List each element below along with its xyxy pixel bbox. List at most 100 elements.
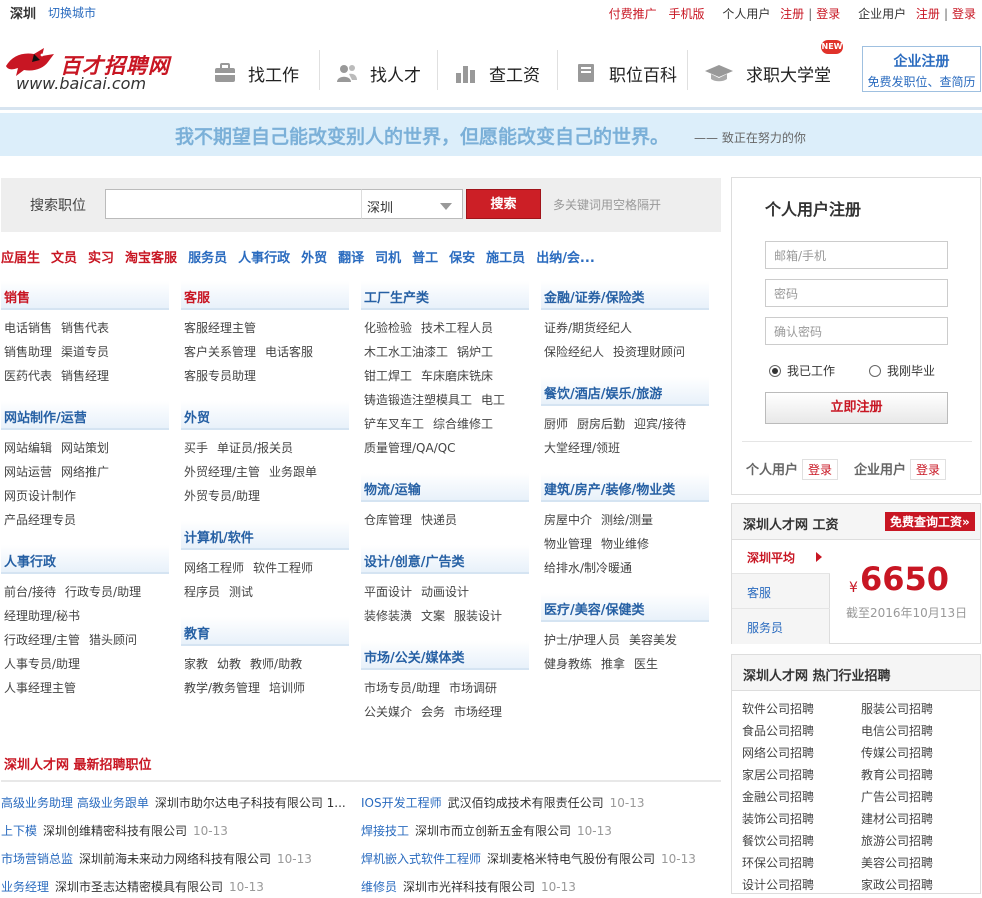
tab-waiter[interactable]: 服务员	[732, 610, 830, 644]
site-logo[interactable]: 百才招聘网 www.baicai.com	[4, 44, 174, 94]
category-job-link[interactable]: 经理助理/秘书	[4, 609, 80, 623]
category-job-link[interactable]: 人事专员/助理	[4, 657, 80, 671]
category-job-link[interactable]: 装修装潢	[364, 609, 412, 623]
category-job-link[interactable]: 外贸专员/助理	[184, 489, 260, 503]
category-job-link[interactable]: 仓库管理	[364, 513, 412, 527]
job-title-link[interactable]: 市场营销总监	[1, 852, 73, 866]
hotword-link[interactable]: 淘宝客服	[125, 251, 177, 266]
category-job-link[interactable]: 推拿	[601, 657, 625, 671]
category-job-link[interactable]: 市场调研	[449, 681, 497, 695]
category-job-link[interactable]: 医药代表	[4, 369, 52, 383]
category-job-link[interactable]: 网站编辑	[4, 441, 52, 455]
switch-city-link[interactable]: 切换城市	[48, 4, 96, 21]
job-title-link[interactable]: 上下模	[1, 824, 37, 838]
category-job-link[interactable]: 人事经理主管	[4, 681, 76, 695]
tab-customer-service[interactable]: 客服	[732, 575, 830, 609]
corp-login-button[interactable]: 登录	[910, 459, 947, 480]
category-title[interactable]: 金融/证券/保险类	[541, 281, 709, 310]
category-job-link[interactable]: 服装设计	[454, 609, 502, 623]
category-job-link[interactable]: 大堂经理/领班	[544, 441, 620, 455]
nav-find-talent[interactable]: 找人才	[336, 56, 421, 90]
category-job-link[interactable]: 质量管理/QA/QC	[364, 441, 456, 455]
hotword-link[interactable]: 实习	[88, 251, 114, 266]
category-job-link[interactable]: 钳工焊工	[364, 369, 412, 383]
category-job-link[interactable]: 行政经理/主管	[4, 633, 80, 647]
category-job-link[interactable]: 教师/助教	[250, 657, 302, 671]
category-job-link[interactable]: 外贸经理/主管	[184, 465, 260, 479]
tab-city-average[interactable]: 深圳平均	[732, 540, 830, 574]
category-job-link[interactable]: 客服经理主管	[184, 321, 256, 335]
category-title[interactable]: 物流/运输	[361, 473, 529, 502]
corp-register-link[interactable]: 注册	[916, 7, 940, 21]
radio-working[interactable]: 我已工作	[769, 362, 835, 379]
category-job-link[interactable]: 木工水工油漆工	[364, 345, 448, 359]
company-link[interactable]: 深圳市而立创新五金有限公司	[415, 824, 571, 838]
job-title-link[interactable]: 维修员	[361, 880, 397, 894]
hotword-link[interactable]: 外贸	[301, 251, 327, 266]
category-job-link[interactable]: 软件工程师	[253, 561, 313, 575]
category-job-link[interactable]: 网络工程师	[184, 561, 244, 575]
password-field[interactable]: 密码	[765, 279, 948, 307]
category-title[interactable]: 工厂生产类	[361, 281, 529, 310]
category-job-link[interactable]: 锅炉工	[457, 345, 493, 359]
category-job-link[interactable]: 会务	[421, 705, 445, 719]
category-job-link[interactable]: 单证员/报关员	[217, 441, 293, 455]
category-job-link[interactable]: 客户关系管理	[184, 345, 256, 359]
category-job-link[interactable]: 程序员	[184, 585, 220, 599]
category-job-link[interactable]: 业务跟单	[269, 465, 317, 479]
category-job-link[interactable]: 美容美发	[629, 633, 677, 647]
category-job-link[interactable]: 销售经理	[61, 369, 109, 383]
category-title[interactable]: 销售	[1, 281, 169, 310]
industry-link[interactable]: 环保公司招聘	[742, 854, 814, 871]
company-link[interactable]: 深圳麦格米特电气股份有限公司	[487, 852, 655, 866]
category-job-link[interactable]: 买手	[184, 441, 208, 455]
category-job-link[interactable]: 厨房后勤	[577, 417, 625, 431]
industry-link[interactable]: 电信公司招聘	[861, 722, 933, 739]
confirm-password-field[interactable]: 确认密码	[765, 317, 948, 345]
category-job-link[interactable]: 市场专员/助理	[364, 681, 440, 695]
job-title-link[interactable]: 焊机嵌入式软件工程师	[361, 852, 481, 866]
hotword-link[interactable]: 人事行政	[238, 251, 290, 266]
category-job-link[interactable]: 迎宾/接待	[634, 417, 686, 431]
category-job-link[interactable]: 产品经理专员	[4, 513, 76, 527]
industry-link[interactable]: 传媒公司招聘	[861, 744, 933, 761]
category-job-link[interactable]: 幼教	[217, 657, 241, 671]
nav-wiki[interactable]: 职位百科	[575, 56, 677, 90]
company-link[interactable]: 深圳市助尔达电子科技有限公司 1...	[155, 796, 346, 810]
category-title[interactable]: 计算机/软件	[181, 521, 349, 550]
category-job-link[interactable]: 行政专员/助理	[65, 585, 141, 599]
category-job-link[interactable]: 渠道专员	[61, 345, 109, 359]
category-job-link[interactable]: 客服专员助理	[184, 369, 256, 383]
category-job-link[interactable]: 电话销售	[4, 321, 52, 335]
hotword-link[interactable]: 保安	[449, 251, 475, 266]
category-job-link[interactable]: 网站策划	[61, 441, 109, 455]
category-job-link[interactable]: 化验检验	[364, 321, 412, 335]
category-job-link[interactable]: 快递员	[421, 513, 457, 527]
nav-salary[interactable]: 查工资	[455, 56, 540, 90]
company-link[interactable]: 深圳市圣志达精密模具有限公司	[55, 880, 223, 894]
industry-link[interactable]: 广告公司招聘	[861, 788, 933, 805]
hotword-link[interactable]: 出纳/会...	[536, 251, 595, 266]
category-job-link[interactable]: 技术工程人员	[421, 321, 493, 335]
category-job-link[interactable]: 猎头顾问	[89, 633, 137, 647]
category-job-link[interactable]: 铲车叉车工	[364, 417, 424, 431]
email-field[interactable]: 邮箱/手机	[765, 241, 948, 269]
category-job-link[interactable]: 网络推广	[61, 465, 109, 479]
category-title[interactable]: 外贸	[181, 401, 349, 430]
search-input[interactable]	[105, 189, 363, 219]
industry-link[interactable]: 软件公司招聘	[742, 700, 814, 717]
hotword-link[interactable]: 翻译	[338, 251, 364, 266]
corp-register-button[interactable]: 企业注册 免费发职位、查简历	[862, 46, 981, 92]
category-job-link[interactable]: 市场经理	[454, 705, 502, 719]
company-link[interactable]: 武汉佰钧成技术有限责任公司	[448, 796, 604, 810]
personal-login-link[interactable]: 登录	[816, 7, 840, 21]
category-job-link[interactable]: 房屋中介	[544, 513, 592, 527]
industry-link[interactable]: 餐饮公司招聘	[742, 832, 814, 849]
category-title[interactable]: 网站制作/运营	[1, 401, 169, 430]
category-title[interactable]: 餐饮/酒店/娱乐/旅游	[541, 377, 709, 406]
mobile-link[interactable]: 手机版	[668, 7, 704, 21]
category-job-link[interactable]: 给排水/制冷暖通	[544, 561, 632, 575]
category-job-link[interactable]: 动画设计	[421, 585, 469, 599]
nav-academy[interactable]: 求职大学堂	[704, 56, 831, 90]
company-link[interactable]: 深圳市光祥科技有限公司	[403, 880, 535, 894]
